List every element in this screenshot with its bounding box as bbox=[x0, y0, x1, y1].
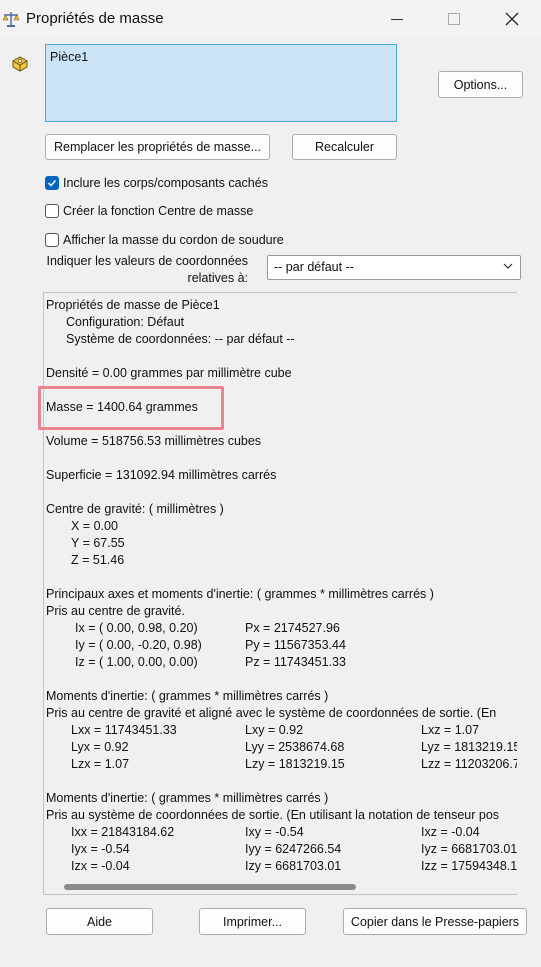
help-button[interactable]: Aide bbox=[46, 908, 153, 935]
cog-y: Y = 67.55 bbox=[71, 536, 125, 550]
mass-highlight-box bbox=[38, 386, 224, 430]
selection-list[interactable]: Pièce1 bbox=[45, 44, 397, 122]
cog-z: Z = 51.46 bbox=[71, 553, 125, 567]
results-header: Propriétés de masse de Pièce1 bbox=[46, 298, 220, 312]
close-button[interactable] bbox=[500, 8, 524, 30]
part-icon bbox=[10, 53, 30, 73]
moment-lyx: Lyx = 0.92 bbox=[71, 740, 129, 754]
moment-iyz: Iyz = 6681703.01 bbox=[421, 842, 517, 856]
moment-ixx: Ixx = 21843184.62 bbox=[71, 825, 175, 839]
moments-cg-subtitle: Pris au centre de gravité et aligné avec… bbox=[46, 706, 497, 720]
moment-lxz: Lxz = 1.07 bbox=[421, 723, 480, 737]
checkbox-label: Créer la fonction Centre de masse bbox=[63, 204, 254, 218]
principal-moment-px: Px = 2174527.96 bbox=[245, 621, 340, 635]
principal-axis-iy: Iy = ( 0.00, -0.20, 0.98) bbox=[75, 638, 202, 652]
moments-output-title: Moments d'inertie: ( grammes * millimètr… bbox=[46, 791, 329, 805]
volume-line: Volume = 518756.53 millimètres cubes bbox=[46, 434, 262, 448]
principal-axis-iz: Iz = ( 1.00, 0.00, 0.00) bbox=[75, 655, 198, 669]
moment-izy: Izy = 6681703.01 bbox=[245, 859, 342, 873]
scrollbar-thumb[interactable] bbox=[64, 884, 356, 890]
results-text-panel[interactable]: Propriétés de masse de Pièce1 Configurat… bbox=[43, 292, 517, 895]
coordinate-system-line: Système de coordonnées: -- par défaut -- bbox=[66, 332, 295, 346]
coordinate-label-line1: Indiquer les valeurs de coordonnées bbox=[46, 254, 248, 268]
checkbox-label: Inclure les corps/composants cachés bbox=[63, 176, 268, 190]
principal-axes-title: Principaux axes et moments d'inertie: ( … bbox=[46, 587, 434, 601]
list-item[interactable]: Pièce1 bbox=[50, 50, 88, 64]
copy-to-clipboard-button[interactable]: Copier dans le Presse-papiers bbox=[343, 908, 527, 935]
replace-mass-properties-button[interactable]: Remplacer les propriétés de masse... bbox=[45, 134, 270, 160]
moment-ixy: Ixy = -0.54 bbox=[245, 825, 304, 839]
checkbox-unchecked-icon bbox=[45, 233, 59, 247]
moment-lyz: Lyz = 1813219.15 bbox=[421, 740, 517, 754]
options-button[interactable]: Options... bbox=[438, 71, 523, 98]
maximize-button[interactable] bbox=[442, 8, 466, 30]
close-icon bbox=[505, 12, 519, 26]
horizontal-scrollbar[interactable] bbox=[44, 878, 517, 894]
moment-lzx: Lzx = 1.07 bbox=[71, 757, 130, 771]
minimize-button[interactable] bbox=[385, 8, 409, 30]
moments-output-subtitle: Pris au système de coordonnées de sortie… bbox=[46, 808, 500, 822]
maximize-icon bbox=[448, 13, 460, 25]
chevron-down-icon bbox=[503, 263, 513, 269]
window-title: Propriétés de masse bbox=[26, 10, 164, 27]
moment-izx: Izx = -0.04 bbox=[71, 859, 130, 873]
moment-lyy: Lyy = 2538674.68 bbox=[245, 740, 345, 754]
coordinate-system-label: Indiquer les valeurs de coordonnées rela… bbox=[30, 253, 248, 287]
select-value: -- par défaut -- bbox=[274, 260, 354, 274]
moment-iyx: Iyx = -0.54 bbox=[71, 842, 130, 856]
print-button[interactable]: Imprimer... bbox=[199, 908, 306, 935]
surface-line: Superficie = 131092.94 millimètres carré… bbox=[46, 468, 277, 482]
moment-lzy: Lzy = 1813219.15 bbox=[245, 757, 345, 771]
balance-scale-icon bbox=[2, 10, 20, 28]
include-hidden-checkbox[interactable]: Inclure les corps/composants cachés bbox=[45, 176, 268, 190]
moment-lxy: Lxy = 0.92 bbox=[245, 723, 304, 737]
principal-moment-py: Py = 11567353.44 bbox=[245, 638, 346, 652]
moment-iyy: Iyy = 6247266.54 bbox=[245, 842, 342, 856]
coordinate-label-line2: relatives à: bbox=[187, 271, 248, 285]
moment-lzz: Lzz = 11203206.7 bbox=[421, 757, 517, 771]
configuration-line: Configuration: Défaut bbox=[66, 315, 185, 329]
density-line: Densité = 0.00 grammes par millimètre cu… bbox=[46, 366, 292, 380]
moment-lxx: Lxx = 11743451.33 bbox=[71, 723, 177, 737]
center-of-gravity-title: Centre de gravité: ( millimètres ) bbox=[46, 502, 224, 516]
principal-axis-ix: Ix = ( 0.00, 0.98, 0.20) bbox=[75, 621, 198, 635]
moments-cg-title: Moments d'inertie: ( grammes * millimètr… bbox=[46, 689, 329, 703]
center-of-mass-checkbox[interactable]: Créer la fonction Centre de masse bbox=[45, 204, 253, 218]
recalculate-button[interactable]: Recalculer bbox=[292, 134, 397, 160]
checkbox-label: Afficher la masse du cordon de soudure bbox=[63, 233, 284, 247]
principal-moment-pz: Pz = 11743451.33 bbox=[245, 655, 346, 669]
checkbox-unchecked-icon bbox=[45, 204, 59, 218]
moment-ixz: Ixz = -0.04 bbox=[421, 825, 480, 839]
moment-izz: Izz = 17594348.1 bbox=[421, 859, 517, 873]
minimize-icon bbox=[391, 18, 403, 20]
principal-axes-subtitle: Pris au centre de gravité. bbox=[46, 604, 185, 618]
coordinate-system-select[interactable]: -- par défaut -- bbox=[267, 255, 521, 280]
cog-x: X = 0.00 bbox=[71, 519, 118, 533]
checkbox-checked-icon bbox=[45, 176, 59, 190]
weld-bead-mass-checkbox[interactable]: Afficher la masse du cordon de soudure bbox=[45, 233, 284, 247]
